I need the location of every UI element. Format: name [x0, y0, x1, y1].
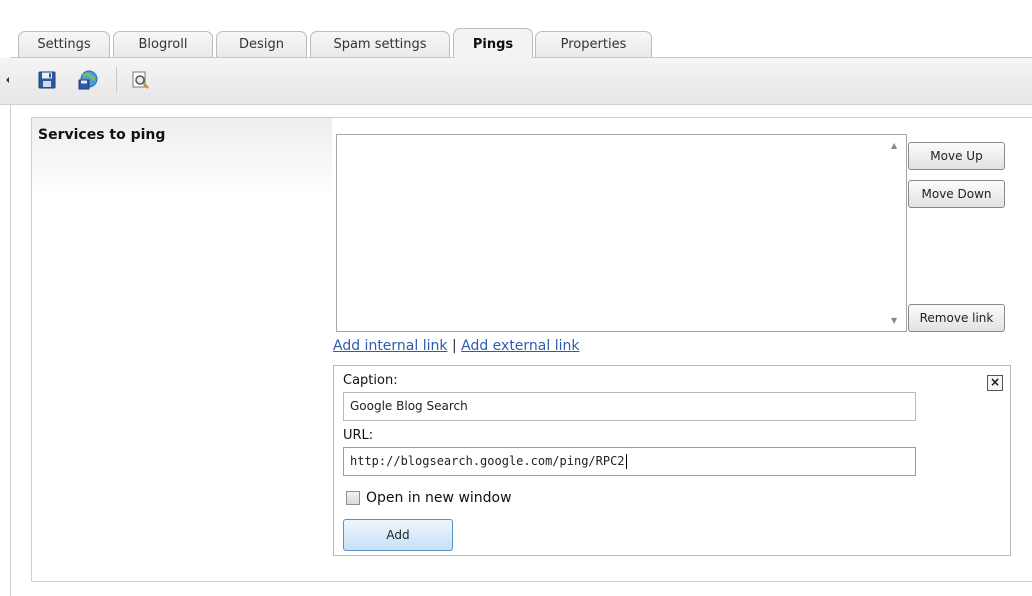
scroll-down-icon[interactable]: ▼: [891, 317, 900, 325]
save-publish-icon[interactable]: [77, 70, 99, 90]
link-separator: |: [451, 338, 457, 354]
toolbar: [0, 58, 1032, 105]
caption-label: Caption:: [343, 373, 398, 388]
left-border: [10, 104, 11, 596]
move-down-button[interactable]: Move Down: [908, 180, 1005, 208]
url-label: URL:: [343, 428, 374, 443]
move-up-button[interactable]: Move Up: [908, 142, 1005, 170]
preview-icon[interactable]: [130, 70, 150, 90]
open-new-window-checkbox[interactable]: [346, 491, 360, 505]
add-link-bar: Add internal link | Add external link: [333, 338, 579, 354]
tab-pings[interactable]: Pings: [453, 28, 533, 58]
services-listbox[interactable]: ▲ ▼: [336, 134, 907, 332]
tab-strip: Settings Blogroll Design Spam settings P…: [0, 0, 1032, 58]
collapse-arrow-icon[interactable]: [4, 70, 12, 90]
save-icon[interactable]: [37, 70, 57, 90]
pings-panel: Services to ping ▲ ▼ Move Up Move Down R…: [31, 117, 1032, 582]
add-internal-link[interactable]: Add internal link: [333, 338, 447, 354]
add-button[interactable]: Add: [343, 519, 453, 551]
text-caret: [625, 454, 627, 469]
tab-blogroll[interactable]: Blogroll: [113, 31, 213, 57]
remove-link-button[interactable]: Remove link: [908, 304, 1005, 332]
add-external-link[interactable]: Add external link: [461, 338, 579, 354]
tab-spam-settings[interactable]: Spam settings: [310, 31, 450, 57]
caption-field[interactable]: Google Blog Search: [343, 392, 916, 421]
close-icon[interactable]: ×: [987, 375, 1003, 391]
toolbar-separator: [116, 67, 117, 93]
scroll-up-icon[interactable]: ▲: [891, 142, 900, 150]
tab-properties[interactable]: Properties: [535, 31, 652, 57]
services-label: Services to ping: [38, 127, 166, 143]
link-editor: Caption: × Google Blog Search URL: http:…: [333, 365, 1011, 556]
tab-settings[interactable]: Settings: [18, 31, 110, 57]
tab-design[interactable]: Design: [216, 31, 307, 57]
url-value: http://blogsearch.google.com/ping/RPC2: [350, 454, 625, 468]
url-field[interactable]: http://blogsearch.google.com/ping/RPC2: [343, 447, 916, 476]
open-new-window-label: Open in new window: [366, 490, 512, 506]
